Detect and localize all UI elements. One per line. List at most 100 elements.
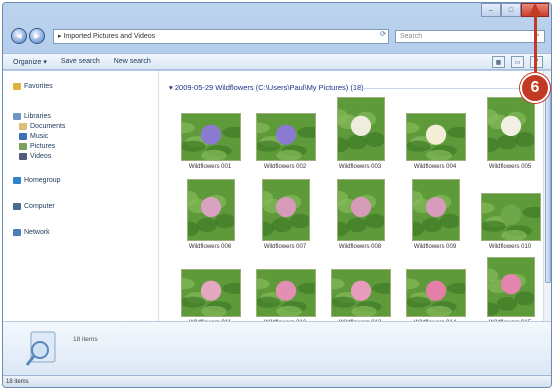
videos-icon	[19, 153, 27, 160]
flower-blossom	[425, 196, 447, 218]
flower-blossom	[200, 124, 222, 145]
star-icon	[13, 83, 21, 90]
thumbnail-label: Wildflowers 001	[188, 164, 232, 170]
flower-blossom	[275, 280, 297, 301]
thumbnail-image	[487, 97, 535, 161]
thumbnail-label: Wildflowers 006	[188, 244, 232, 250]
preview-pane-icon[interactable]: ▭	[511, 56, 524, 68]
thumbnail-item[interactable]	[406, 113, 466, 161]
thumbnail-label: Wildflowers 009	[413, 244, 457, 250]
search-folder-icon	[25, 331, 56, 366]
nav-item-music[interactable]: Music	[19, 133, 48, 140]
nav-item-label: Libraries	[24, 113, 51, 120]
thumbnail-image	[481, 193, 541, 241]
thumbnail-image	[337, 97, 385, 161]
save-search-button[interactable]: Save search	[61, 58, 100, 65]
thumbnail-item[interactable]	[262, 179, 310, 241]
nav-item-label: Music	[30, 133, 49, 140]
thumbnail-item[interactable]	[406, 269, 466, 317]
command-bar: Organize ▾ Save search New search ▦ ▭ ?	[3, 53, 551, 70]
file-list: ▾ 2009-05-29 Wildflowers (C:\Users\Paul\…	[159, 71, 543, 326]
scroll-thumb[interactable]	[545, 83, 551, 283]
thumbnail-item[interactable]	[337, 97, 385, 161]
thumbnail-label: Wildflowers 002	[263, 164, 307, 170]
flower-blossom	[500, 273, 522, 295]
thumbnail-label: Wildflowers 008	[338, 244, 382, 250]
nav-item-pictures[interactable]: Pictures	[19, 143, 55, 150]
thumbnail-item[interactable]	[187, 179, 235, 241]
thumbnail-item[interactable]	[481, 193, 541, 241]
explorer-window: – □ ✕ ◀ ▶ ▸ Imported Pictures and Videos…	[2, 2, 552, 388]
organize-button[interactable]: Organize ▾	[13, 58, 47, 66]
thumbnail-label: Wildflowers 007	[263, 244, 307, 250]
thumbnail-image	[187, 179, 235, 241]
minimize-button[interactable]: –	[481, 3, 501, 17]
thumbnail-image	[406, 113, 466, 161]
document-icon	[19, 123, 27, 130]
group-divider	[359, 88, 539, 89]
flower-blossom	[200, 280, 222, 301]
callout-arrow-line	[534, 14, 537, 72]
thumbnail-item[interactable]	[487, 97, 535, 161]
search-placeholder: Search	[400, 32, 423, 40]
thumbnail-image	[412, 179, 460, 241]
flower-blossom	[200, 196, 222, 218]
thumbnail-item[interactable]	[256, 269, 316, 317]
flower-blossom	[350, 115, 372, 137]
details-pane: 18 items	[3, 321, 551, 375]
group-header[interactable]: ▾ 2009-05-29 Wildflowers (C:\Users\Paul\…	[169, 83, 364, 92]
flower-blossom	[350, 280, 372, 301]
thumbnail-label: Wildflowers 004	[413, 164, 457, 170]
nav-item-computer[interactable]: Computer	[13, 203, 55, 210]
thumbnail-item[interactable]	[331, 269, 391, 317]
flower-blossom	[275, 124, 297, 145]
thumbnail-image	[256, 269, 316, 317]
nav-item-label: Favorites	[24, 83, 53, 90]
flower-blossom	[425, 280, 447, 301]
nav-item-documents[interactable]: Documents	[19, 123, 65, 130]
flower-blossom	[500, 204, 522, 225]
flower-blossom	[275, 196, 297, 218]
address-bar: ◀ ▶ ▸ Imported Pictures and Videos ⟳ Sea…	[11, 27, 545, 45]
thumbnail-label: Wildflowers 005	[488, 164, 532, 170]
thumbnail-item[interactable]	[181, 269, 241, 317]
status-text: 18 items	[6, 378, 29, 385]
address-field[interactable]: ▸ Imported Pictures and Videos ⟳	[53, 28, 389, 44]
nav-item-homegroup[interactable]: Homegroup	[13, 177, 61, 184]
homegroup-icon	[13, 177, 21, 184]
thumbnail-item[interactable]	[181, 113, 241, 161]
thumbnail-image	[331, 269, 391, 317]
nav-item-label: Documents	[30, 123, 66, 130]
thumbnail-image	[181, 269, 241, 317]
nav-item-videos[interactable]: Videos	[19, 153, 51, 160]
computer-icon	[13, 203, 21, 210]
back-button[interactable]: ◀	[11, 28, 27, 44]
thumbnail-image	[181, 113, 241, 161]
nav-item-favorites[interactable]: Favorites	[13, 83, 53, 90]
nav-item-libraries[interactable]: Libraries	[13, 113, 51, 120]
status-bar: 18 items	[3, 375, 551, 387]
nav-item-label: Videos	[30, 153, 52, 160]
refresh-icon[interactable]: ⟳	[380, 30, 386, 38]
thumbnail-image	[262, 179, 310, 241]
navigation-pane: Favorites Libraries Documents Music Pictures…	[3, 71, 159, 321]
flower-blossom	[425, 124, 447, 145]
thumbnail-item[interactable]	[487, 257, 535, 317]
nav-item-network[interactable]: Network	[13, 229, 50, 236]
nav-item-label: Network	[24, 229, 50, 236]
thumbnail-image	[406, 269, 466, 317]
nav-item-label: Computer	[24, 203, 55, 210]
library-icon	[13, 113, 21, 120]
thumbnail-item[interactable]	[412, 179, 460, 241]
thumbnail-image	[487, 257, 535, 317]
thumbnail-item[interactable]	[337, 179, 385, 241]
views-icon[interactable]: ▦	[492, 56, 505, 68]
forward-button[interactable]: ▶	[29, 28, 45, 44]
new-search-button[interactable]: New search	[114, 58, 151, 65]
search-input[interactable]: Search ⌕	[395, 29, 545, 43]
vertical-scrollbar[interactable]	[543, 71, 551, 321]
address-path: ▸ Imported Pictures and Videos	[58, 33, 156, 40]
thumbnail-item[interactable]	[256, 113, 316, 161]
maximize-button[interactable]: □	[501, 3, 521, 17]
details-item-count: 18 items	[73, 336, 98, 343]
